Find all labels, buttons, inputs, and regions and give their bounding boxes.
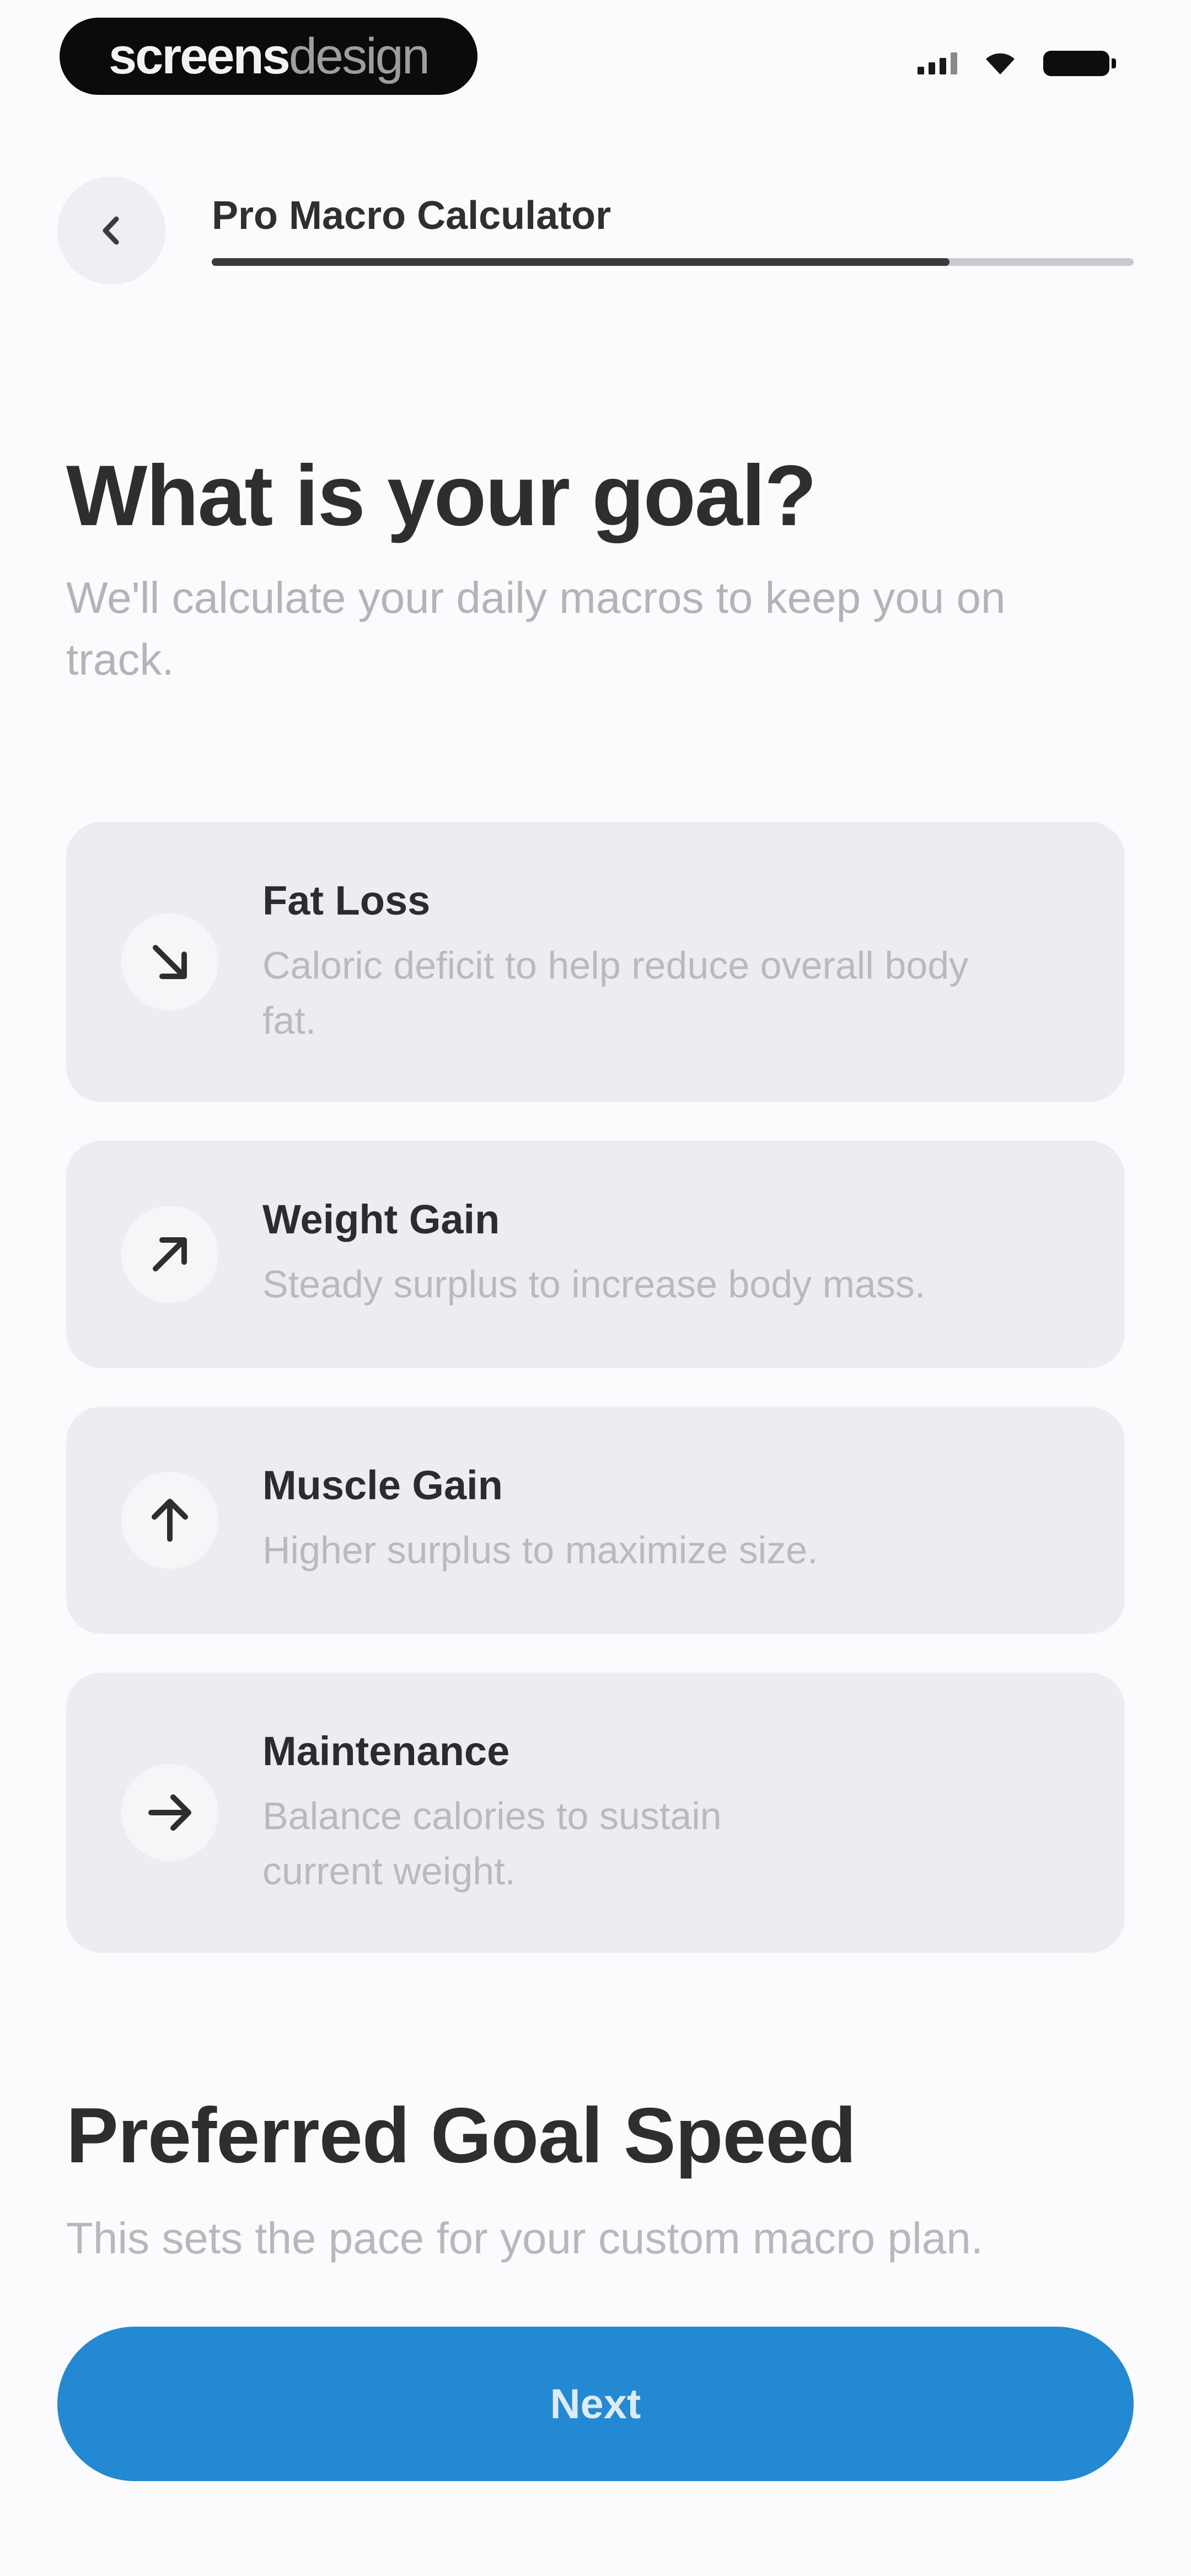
option-icon-circle (121, 1764, 218, 1861)
section-title: Preferred Goal Speed (66, 2092, 856, 2179)
arrow-up-icon (152, 1499, 188, 1542)
brand-logo-light: design (288, 28, 430, 84)
section-subtitle: This sets the pace for your custom macro… (66, 2214, 983, 2263)
chevron-left-icon (103, 216, 119, 245)
option-description: Balance calories to sustain current weig… (262, 1794, 722, 1893)
option-title: Maintenance (262, 1728, 510, 1774)
option-maintenance[interactable]: Maintenance Balance calories to sustain … (66, 1672, 1125, 1953)
option-icon-circle (121, 1206, 218, 1303)
arrow-right-icon (148, 1794, 191, 1831)
arrow-up-right-icon (153, 1237, 187, 1271)
option-title: Muscle Gain (262, 1462, 503, 1508)
page-title: What is your goal? (66, 448, 817, 544)
option-title: Fat Loss (262, 878, 431, 923)
page-subtitle: We'll calculate your daily macros to kee… (66, 573, 1006, 684)
header-title: Pro Macro Calculator (212, 194, 611, 238)
battery-icon (1043, 51, 1116, 76)
progress-bar (212, 258, 1134, 266)
option-icon-circle (121, 1472, 218, 1569)
option-description: Caloric deficit to help reduce overall b… (262, 944, 969, 1042)
option-muscle-gain[interactable]: Muscle Gain Higher surplus to maximize s… (66, 1407, 1125, 1634)
brand-logo: screens design (60, 18, 478, 95)
wifi-icon (986, 53, 1015, 74)
option-title: Weight Gain (262, 1196, 500, 1242)
option-weight-gain[interactable]: Weight Gain Steady surplus to increase b… (66, 1141, 1125, 1368)
back-button[interactable] (57, 177, 165, 285)
next-button[interactable]: Next (57, 2327, 1134, 2481)
option-description: Higher surplus to maximize size. (262, 1529, 818, 1572)
option-icon-circle (121, 913, 218, 1011)
signal-icon (918, 52, 957, 74)
brand-logo-strong: screens (109, 28, 291, 84)
arrow-down-right-icon (153, 945, 187, 979)
progress-fill (212, 258, 949, 266)
goal-selection-screen: screens design Pro Macro Calculator What … (0, 0, 1191, 2576)
option-fat-loss[interactable]: Fat Loss Caloric deficit to help reduce … (66, 822, 1125, 1102)
status-icons (918, 51, 1116, 76)
option-description: Steady surplus to increase body mass. (262, 1263, 926, 1306)
